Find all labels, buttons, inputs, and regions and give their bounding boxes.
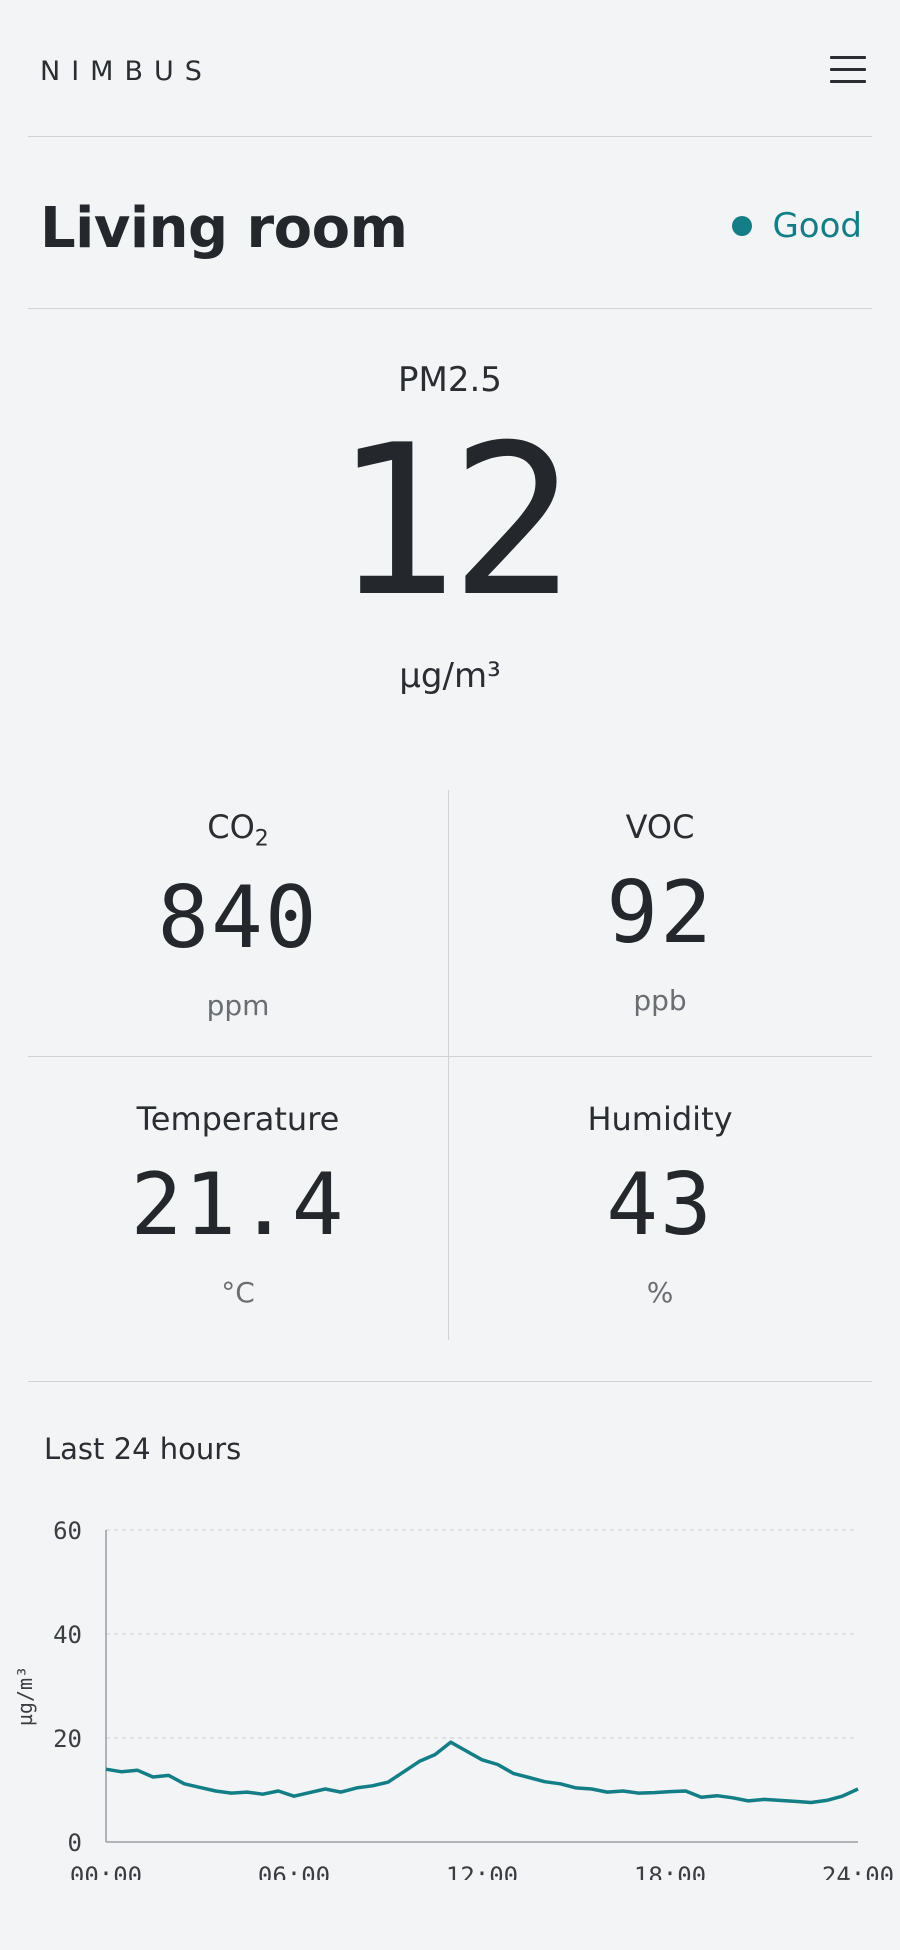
status-badge: Good bbox=[732, 206, 862, 246]
metric-co2: CO2 840 ppm bbox=[28, 808, 448, 1022]
y-tick-label: 0 bbox=[68, 1829, 82, 1857]
menu-line bbox=[830, 68, 866, 71]
metric-value: 21.4 bbox=[130, 1155, 346, 1255]
room-title: Living room bbox=[40, 196, 408, 261]
y-tick-label: 20 bbox=[53, 1725, 82, 1753]
series-line bbox=[105, 1740, 859, 1805]
metric-value: 43 bbox=[606, 1155, 714, 1255]
primary-label: PM2.5 bbox=[398, 360, 502, 400]
app-header: NIMBUS bbox=[28, 0, 872, 137]
metric-label: Humidity bbox=[587, 1100, 733, 1138]
metric-unit: % bbox=[646, 1276, 674, 1309]
y-axis-label: µg/m³ bbox=[13, 1666, 37, 1726]
brand-logo: NIMBUS bbox=[40, 56, 213, 87]
x-tick-label: 00:00 bbox=[70, 1862, 142, 1880]
x-tick-label: 24:00 bbox=[822, 1862, 894, 1880]
menu-line bbox=[830, 80, 866, 83]
primary-unit: µg/m³ bbox=[399, 656, 501, 696]
grid-divider bbox=[448, 790, 449, 1340]
metric-unit: ppm bbox=[206, 989, 270, 1023]
grid-divider bbox=[28, 1056, 872, 1057]
metric-temperature: Temperature 21.4 °C bbox=[28, 1100, 448, 1309]
metric-label-subscript: 2 bbox=[254, 826, 269, 852]
primary-value: 12 bbox=[332, 401, 575, 643]
metric-unit: ppb bbox=[633, 984, 687, 1017]
x-tick-label: 06:00 bbox=[258, 1862, 330, 1880]
metric-unit: °C bbox=[221, 1276, 255, 1309]
y-tick-label: 60 bbox=[53, 1517, 82, 1545]
status-dot-icon bbox=[732, 216, 753, 236]
metric-label: Temperature bbox=[136, 1100, 340, 1138]
x-tick-label: 12:00 bbox=[446, 1862, 518, 1880]
metric-label: VOC bbox=[625, 808, 695, 846]
chart-title: Last 24 hours bbox=[44, 1432, 242, 1466]
status-label: Good bbox=[772, 206, 862, 246]
room-header: Living room Good bbox=[28, 136, 872, 309]
metric-humidity: Humidity 43 % bbox=[450, 1100, 870, 1309]
metric-label-main: CO bbox=[207, 808, 255, 846]
metric-value: 92 bbox=[606, 863, 714, 963]
section-divider bbox=[28, 1381, 872, 1382]
history-chart: 0 20 40 60 00:00 06:00 12:00 18:00 24:00 µg/m³ bbox=[13, 1517, 894, 1880]
primary-reading: PM2.5 12 µg/m³ bbox=[0, 360, 900, 696]
metric-label: CO2 bbox=[28, 808, 448, 851]
metric-voc: VOC 92 ppb bbox=[450, 808, 870, 1017]
y-tick-label: 40 bbox=[53, 1621, 82, 1649]
metric-value: 840 bbox=[157, 868, 319, 969]
hamburger-menu-icon[interactable] bbox=[828, 52, 868, 86]
x-tick-label: 18:00 bbox=[634, 1862, 706, 1880]
menu-line bbox=[830, 56, 866, 59]
metrics-grid: CO2 840 ppm VOC 92 ppb Temperature 21.4 … bbox=[28, 790, 872, 1340]
